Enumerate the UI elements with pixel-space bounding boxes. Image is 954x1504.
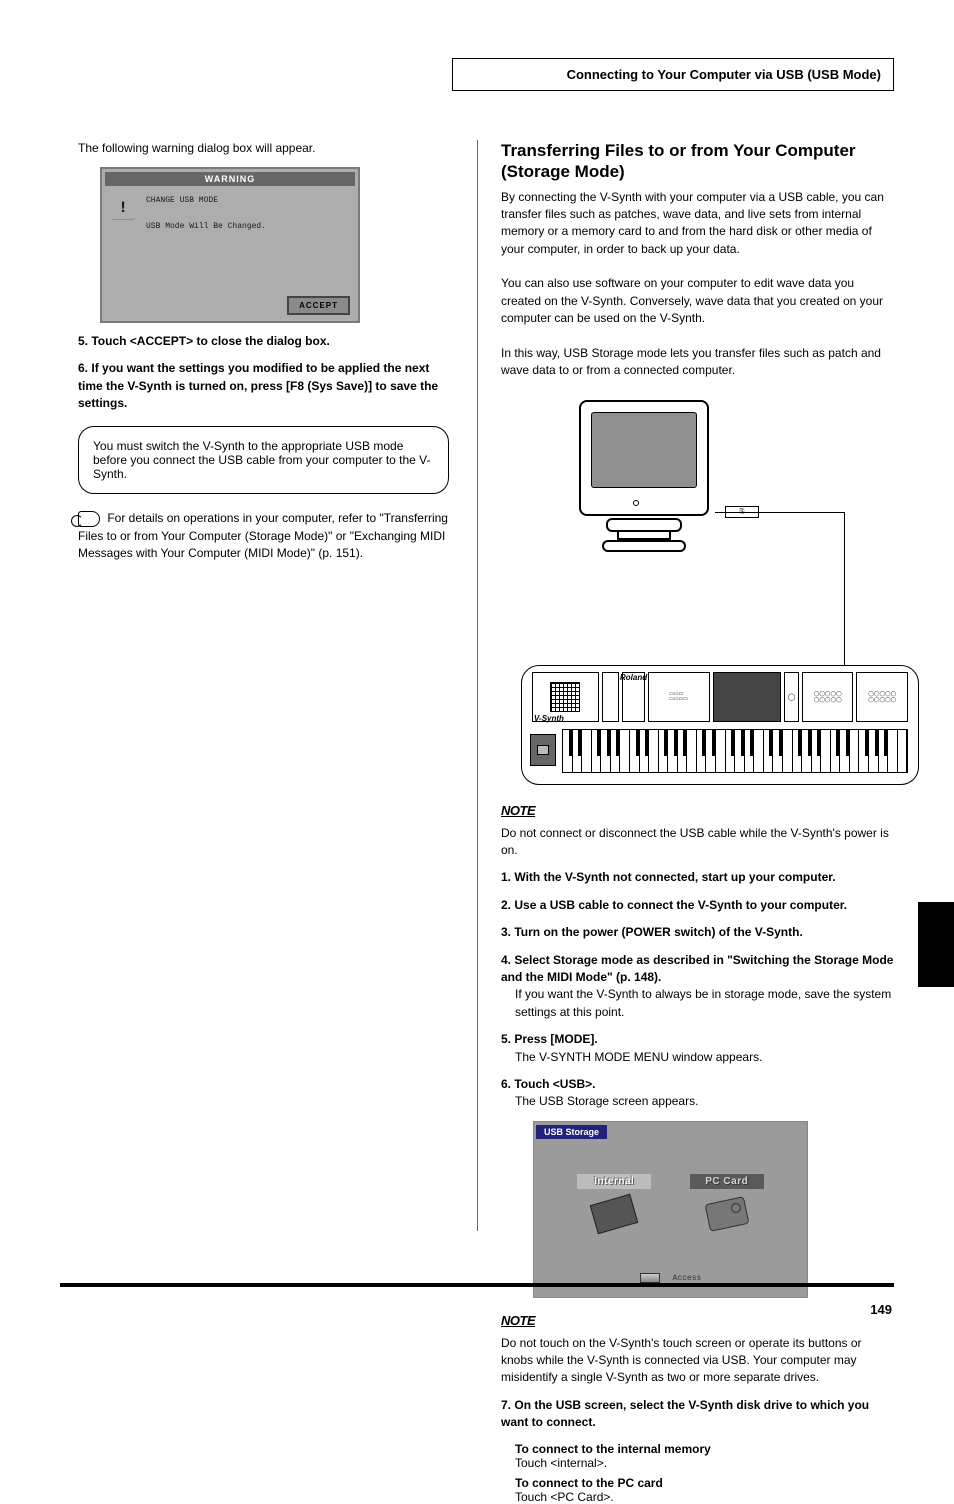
warning-line1: CHANGE USB MODE (146, 195, 266, 208)
step-number: 6. (78, 361, 88, 375)
note-1: NOTE Do not connect or disconnect the US… (501, 802, 894, 860)
pc-card-button: PC Card (690, 1174, 764, 1239)
left-step6: 6. If you want the settings you modified… (78, 360, 449, 412)
tip-box: You must switch the V-Synth to the appro… (78, 426, 449, 494)
right-step1: 1. With the V-Synth not connected, start… (501, 869, 894, 886)
pointing-hand-icon (78, 511, 100, 527)
right-step2: 2. Use a USB cable to connect the V-Synt… (501, 897, 894, 914)
step7-internal: To connect to the internal memory Touch … (515, 1442, 894, 1470)
note2-text: Do not touch on the V-Synth's touch scre… (501, 1336, 862, 1385)
page-number: 149 (870, 1302, 892, 1317)
right-column: Transferring Files to or from Your Compu… (475, 140, 894, 1265)
note-icon: NOTE (501, 1312, 535, 1331)
connection-diagram: ⎘ Roland V-Synth ▭▭▭▭▭▭▭ ◯ ◯◯◯◯◯◯◯◯◯◯ (529, 390, 894, 790)
screenshot-usb-storage: USB Storage Internal PC Card Access (533, 1121, 808, 1298)
left-column: The following warning dialog box will ap… (78, 140, 475, 1265)
usb-storage-tab: USB Storage (536, 1125, 607, 1139)
footer-rule (60, 1283, 894, 1295)
screenshot-warning-dialog: WARNING ! CHANGE USB MODE USB Mode Will … (100, 167, 360, 322)
pc-card-slot-icon (530, 734, 556, 766)
left-step5: 5. Touch <ACCEPT> to close the dialog bo… (78, 333, 449, 350)
right-step5: 5. Press [MODE]. The V-SYNTH MODE MENU w… (501, 1031, 894, 1066)
section-heading: Transferring Files to or from Your Compu… (501, 140, 894, 183)
step5-text: Touch <ACCEPT> to close the dialog box. (91, 334, 329, 348)
right-step4: 4. Select Storage mode as described in "… (501, 952, 894, 1022)
usb-cable (844, 512, 846, 652)
warning-triangle-icon: ! (110, 195, 136, 221)
step-number: 5. (78, 334, 88, 348)
left-body-1: The following warning dialog box will ap… (78, 140, 449, 157)
usb-cable (715, 512, 845, 514)
hint: For details on operations in your comput… (78, 510, 449, 562)
step6-text: If you want the settings you modified to… (78, 361, 438, 410)
intro-text: By connecting the V-Synth with your comp… (501, 189, 894, 380)
note-2: NOTE Do not touch on the V-Synth's touch… (501, 1312, 894, 1387)
chapter-thumb-tab (918, 902, 954, 987)
computer-monitor-icon (579, 400, 709, 552)
right-step3: 3. Turn on the power (POWER switch) of t… (501, 924, 894, 941)
v-synth-keyboard-icon: Roland V-Synth ▭▭▭▭▭▭▭ ◯ ◯◯◯◯◯◯◯◯◯◯ ◯◯◯◯… (521, 665, 919, 785)
internal-button: Internal (577, 1174, 651, 1239)
hint-text: For details on operations in your comput… (78, 511, 448, 560)
chip-icon (590, 1194, 639, 1234)
page-header-title: Connecting to Your Computer via USB (USB… (452, 58, 894, 91)
warning-titlebar: WARNING (105, 172, 355, 186)
pc-card-icon (704, 1196, 749, 1232)
right-step6: 6. Touch <USB>. The USB Storage screen a… (501, 1076, 894, 1111)
note1-text: Do not connect or disconnect the USB cab… (501, 826, 889, 857)
step7-pccard: To connect to the PC card Touch <PC Card… (515, 1476, 894, 1504)
note-icon: NOTE (501, 802, 535, 821)
warning-line2: USB Mode Will Be Changed. (146, 221, 266, 234)
accept-button: ACCEPT (287, 296, 350, 315)
right-step7: 7. On the USB screen, select the V-Synth… (501, 1397, 894, 1432)
access-lamp-icon (640, 1273, 660, 1283)
